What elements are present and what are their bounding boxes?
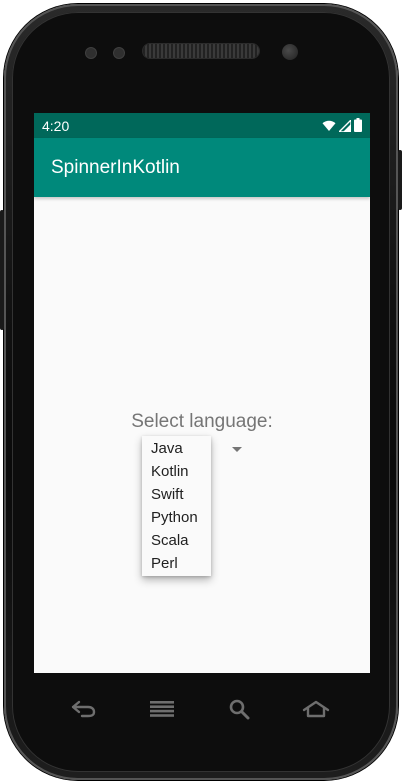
dropdown-item-swift[interactable]: Swift [142, 483, 211, 506]
language-dropdown-list: Java Kotlin Swift Python Scala Perl [142, 436, 211, 576]
app-title: SpinnerInKotlin [51, 157, 180, 178]
menu-icon[interactable] [147, 696, 177, 722]
battery-icon [354, 118, 362, 137]
search-icon[interactable] [224, 696, 254, 722]
dropdown-item-scala[interactable]: Scala [142, 529, 211, 552]
power-button [398, 150, 402, 210]
spinner-dropdown-icon[interactable] [232, 447, 242, 452]
wifi-icon [322, 119, 336, 137]
dropdown-item-kotlin[interactable]: Kotlin [142, 460, 211, 483]
status-icons [322, 117, 362, 137]
volume-button [0, 210, 4, 330]
status-time: 4:20 [42, 118, 70, 134]
sensor-dot [86, 48, 96, 58]
dropdown-item-java[interactable]: Java [142, 437, 211, 460]
back-icon[interactable] [68, 696, 98, 722]
front-camera [282, 44, 298, 60]
device-screen: 4:20 SpinnerInKotlin Select language: Ja… [34, 113, 370, 673]
home-icon[interactable] [301, 696, 331, 722]
dropdown-item-perl[interactable]: Perl [142, 552, 211, 575]
signal-icon [337, 117, 352, 137]
earpiece-speaker [143, 44, 259, 58]
status-bar: 4:20 [34, 113, 370, 138]
dropdown-item-python[interactable]: Python [142, 506, 211, 529]
sensor-dot [114, 48, 124, 58]
app-bar: SpinnerInKotlin [34, 138, 370, 197]
select-language-label: Select language: [131, 411, 273, 432]
navigation-bar [34, 688, 370, 732]
